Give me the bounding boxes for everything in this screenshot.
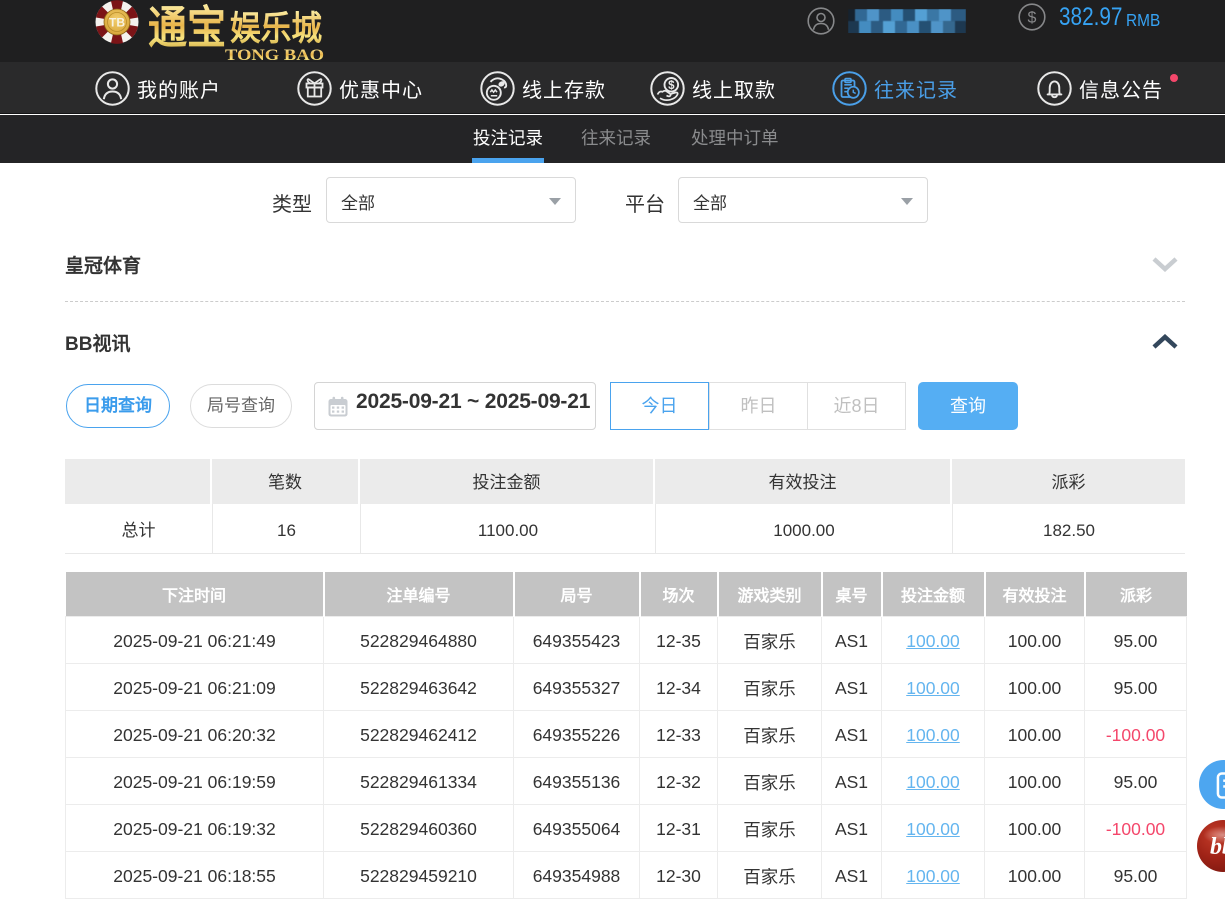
svg-text:通宝: 通宝 bbox=[148, 3, 226, 53]
svg-text:TONG BAO: TONG BAO bbox=[225, 47, 324, 62]
svg-text:TB: TB bbox=[109, 16, 125, 30]
svg-text:娱乐城: 娱乐城 bbox=[230, 10, 322, 48]
svg-text:$: $ bbox=[668, 80, 675, 92]
svg-text:$: $ bbox=[1028, 10, 1037, 27]
